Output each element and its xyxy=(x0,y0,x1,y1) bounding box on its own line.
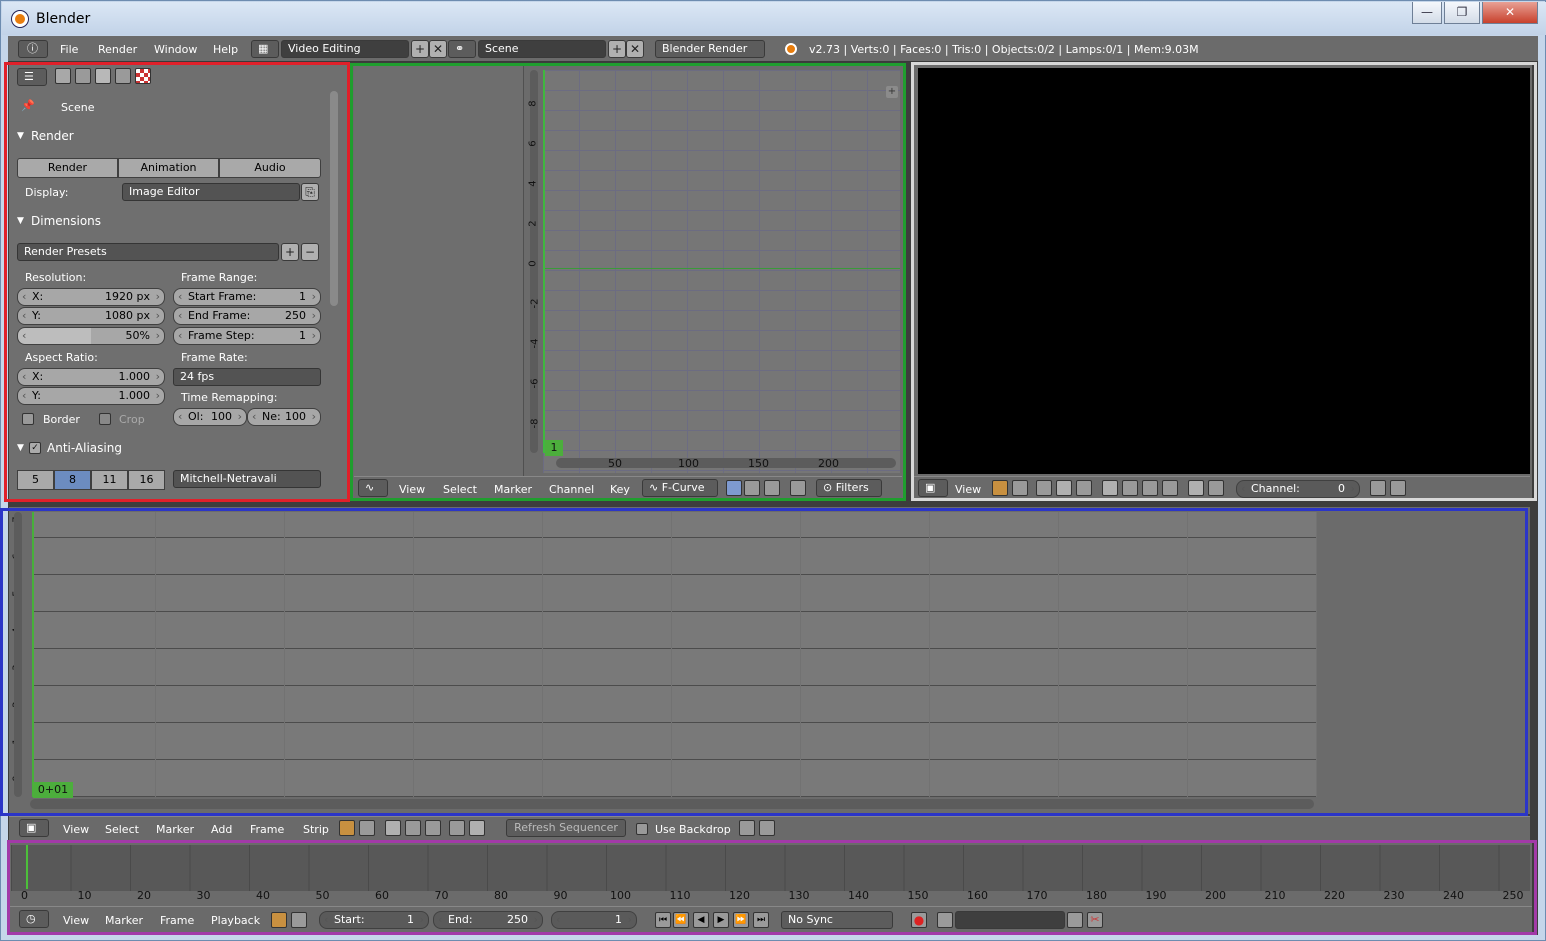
seq-cache-icon[interactable] xyxy=(469,820,485,836)
seq-menu-view[interactable]: View xyxy=(63,823,89,836)
properties-highlight-box xyxy=(4,62,350,502)
close-button[interactable]: ✕ xyxy=(1482,2,1538,24)
seq-render-still-icon[interactable] xyxy=(739,820,755,836)
seq-view-sequencer-icon[interactable] xyxy=(385,820,401,836)
editor-type-info-icon[interactable]: ⓘ xyxy=(18,40,48,58)
maximize-button[interactable]: ❐ xyxy=(1444,2,1480,24)
scene-statistics: v2.73 | Verts:0 | Faces:0 | Tris:0 | Obj… xyxy=(809,43,1199,56)
info-header: ⓘ File Render Window Help ▦ Video Editin… xyxy=(8,36,1538,62)
menu-window[interactable]: Window xyxy=(154,43,197,56)
remove-scene-icon[interactable]: ✕ xyxy=(626,40,644,58)
window-titlebar: Blender — ❐ ✕ xyxy=(2,2,1546,35)
blender-logo-icon xyxy=(12,11,28,27)
screen-layout-select[interactable]: Video Editing xyxy=(281,40,409,58)
remove-screen-icon[interactable]: ✕ xyxy=(429,40,447,58)
seq-render-animation-icon[interactable] xyxy=(759,820,775,836)
menu-file[interactable]: File xyxy=(60,43,78,56)
refresh-sequencer-button[interactable]: Refresh Sequencer xyxy=(506,819,626,837)
add-screen-icon[interactable]: + xyxy=(411,40,429,58)
seq-menu-marker[interactable]: Marker xyxy=(156,823,194,836)
timeline-highlight-box xyxy=(7,840,1537,935)
seq-menu-add[interactable]: Add xyxy=(211,823,232,836)
sequencer-header: ▣ View Select Marker Add Frame Strip Ref… xyxy=(9,816,1530,840)
seq-menu-strip[interactable]: Strip xyxy=(303,823,329,836)
preview-highlight-box xyxy=(911,62,1537,501)
seq-view-both-icon[interactable] xyxy=(425,820,441,836)
blender-logo-icon xyxy=(785,43,797,55)
use-backdrop-checkbox[interactable] xyxy=(636,823,648,835)
render-engine-select[interactable]: Blender Render xyxy=(655,40,765,58)
add-scene-icon[interactable]: + xyxy=(608,40,626,58)
graph-editor-highlight-box xyxy=(350,63,906,501)
seq-menu-frame[interactable]: Frame xyxy=(250,823,284,836)
use-backdrop-label: Use Backdrop xyxy=(655,823,731,836)
menu-render[interactable]: Render xyxy=(98,43,137,56)
seq-proxy-icon[interactable] xyxy=(449,820,465,836)
seq-menu-select[interactable]: Select xyxy=(105,823,139,836)
scene-select[interactable]: Scene xyxy=(478,40,606,58)
minimize-button[interactable]: — xyxy=(1412,2,1442,24)
seq-mode-icon[interactable] xyxy=(339,820,355,836)
seq-view-preview-icon[interactable] xyxy=(405,820,421,836)
sequencer-highlight-box xyxy=(0,508,1528,816)
menu-help[interactable]: Help xyxy=(213,43,238,56)
scene-icon[interactable]: ⚭ xyxy=(448,40,476,58)
window-title: Blender xyxy=(36,11,91,27)
screen-layout-icon[interactable]: ▦ xyxy=(251,40,279,58)
seq-lock-icon[interactable] xyxy=(359,820,375,836)
sequencer-editor-type-icon[interactable]: ▣ xyxy=(19,819,49,837)
